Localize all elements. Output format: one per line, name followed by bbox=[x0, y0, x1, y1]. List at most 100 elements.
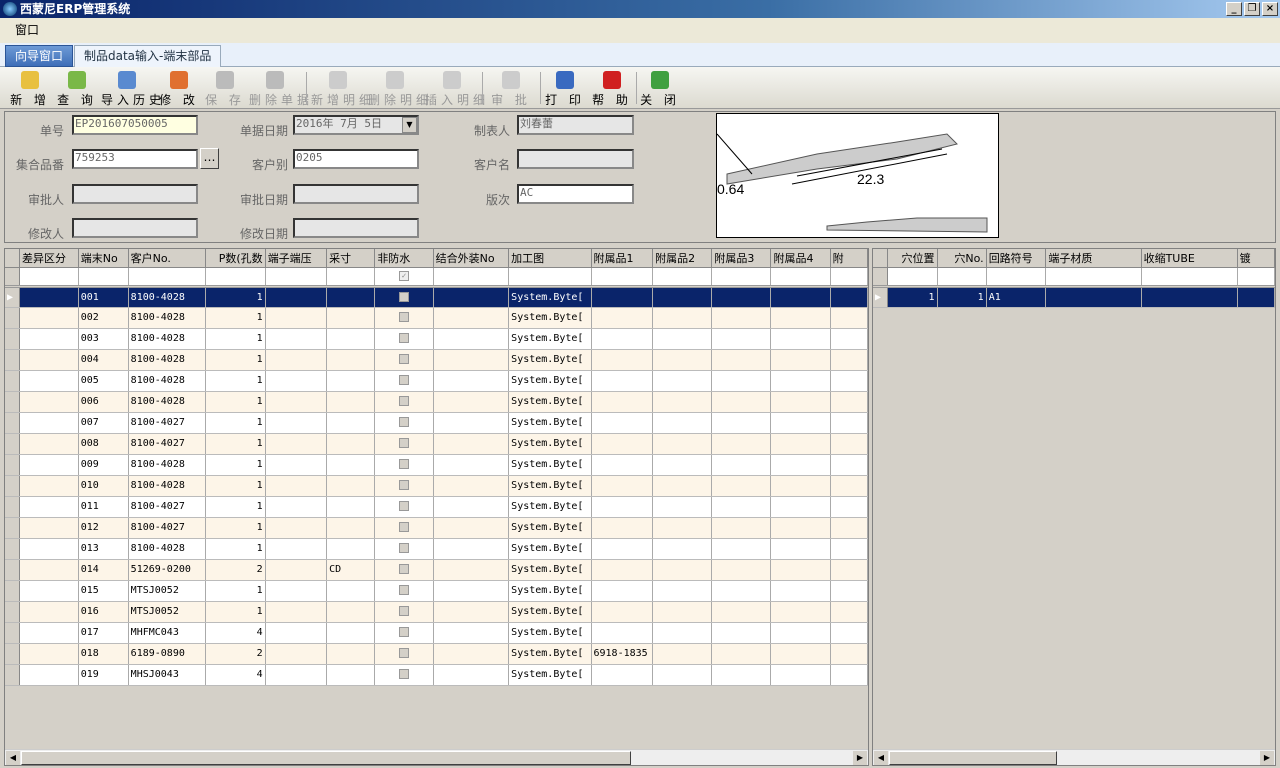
row-selector[interactable] bbox=[5, 643, 21, 665]
table-cell[interactable] bbox=[770, 664, 831, 686]
checkbox-cell[interactable] bbox=[374, 580, 434, 602]
table-cell[interactable] bbox=[770, 601, 831, 623]
table-cell[interactable] bbox=[326, 538, 376, 560]
table-row[interactable]: 003 8100-4028 1 System.Byte[ bbox=[5, 328, 868, 350]
toolbar-button-help[interactable]: 帮 助 bbox=[590, 69, 634, 107]
table-cell[interactable] bbox=[433, 412, 510, 434]
customer-code-field[interactable]: 0205 bbox=[293, 149, 419, 169]
filter-cell[interactable] bbox=[326, 267, 376, 288]
checkbox[interactable] bbox=[398, 543, 409, 553]
table-cell[interactable]: System.Byte[ bbox=[508, 622, 592, 644]
table-cell[interactable]: MTSJ0052 bbox=[128, 580, 207, 602]
table-cell[interactable]: 2 bbox=[205, 559, 266, 581]
table-cell[interactable] bbox=[19, 517, 79, 539]
table-row[interactable]: 013 8100-4028 1 System.Byte[ bbox=[5, 538, 868, 560]
table-cell[interactable] bbox=[591, 307, 654, 329]
table-cell[interactable] bbox=[265, 391, 328, 413]
column-header[interactable]: 附属品2 bbox=[652, 249, 713, 268]
table-cell[interactable] bbox=[711, 622, 772, 644]
table-cell[interactable] bbox=[830, 454, 868, 476]
table-cell[interactable] bbox=[770, 349, 831, 371]
table-cell[interactable] bbox=[770, 412, 831, 434]
filter-cell[interactable] bbox=[937, 267, 987, 288]
filter-cell[interactable]: ✓ bbox=[374, 267, 434, 288]
table-cell[interactable] bbox=[591, 286, 654, 308]
table-cell[interactable] bbox=[265, 496, 328, 518]
approve-date-field[interactable] bbox=[293, 184, 419, 204]
table-cell[interactable]: 1 bbox=[205, 349, 266, 371]
table-cell[interactable] bbox=[830, 622, 868, 644]
table-cell[interactable] bbox=[591, 664, 654, 686]
table-cell[interactable] bbox=[830, 370, 868, 392]
table-cell[interactable] bbox=[830, 412, 868, 434]
table-cell[interactable] bbox=[770, 370, 831, 392]
row-selector[interactable] bbox=[5, 601, 21, 623]
table-cell[interactable] bbox=[652, 622, 713, 644]
table-cell[interactable]: 1 bbox=[205, 475, 266, 497]
column-header[interactable]: 收缩TUBE bbox=[1141, 249, 1238, 268]
close-window-button[interactable]: × bbox=[1262, 2, 1278, 16]
table-cell[interactable]: 8100-4027 bbox=[128, 412, 207, 434]
table-cell[interactable]: System.Byte[ bbox=[508, 517, 592, 539]
table-cell[interactable] bbox=[433, 433, 510, 455]
filter-cell[interactable] bbox=[652, 267, 713, 288]
toolbar-button-save[interactable]: 保 存 bbox=[203, 69, 247, 107]
table-cell[interactable] bbox=[591, 580, 654, 602]
table-cell[interactable]: MHFMC043 bbox=[128, 622, 207, 644]
checkbox[interactable] bbox=[398, 333, 409, 343]
column-header[interactable]: 附 bbox=[830, 249, 868, 268]
checkbox-cell[interactable] bbox=[374, 517, 434, 539]
table-cell[interactable] bbox=[830, 643, 868, 665]
table-cell[interactable]: 008 bbox=[78, 433, 129, 455]
table-cell[interactable]: 1 bbox=[205, 286, 266, 308]
table-cell[interactable] bbox=[711, 286, 772, 308]
modifier-field[interactable] bbox=[72, 218, 198, 238]
table-cell[interactable] bbox=[19, 496, 79, 518]
table-cell[interactable] bbox=[711, 496, 772, 518]
table-cell[interactable]: 002 bbox=[78, 307, 129, 329]
table-cell[interactable] bbox=[326, 622, 376, 644]
toolbar-button-insert-detail[interactable]: 插入明细 bbox=[425, 69, 485, 107]
table-cell[interactable] bbox=[19, 328, 79, 350]
column-header[interactable]: 端子端压 bbox=[265, 249, 328, 268]
table-row[interactable]: ▶ 001 8100-4028 1 System.Byte[ bbox=[5, 286, 868, 308]
table-cell[interactable] bbox=[652, 391, 713, 413]
table-cell[interactable] bbox=[711, 328, 772, 350]
table-cell[interactable] bbox=[770, 643, 831, 665]
table-cell[interactable] bbox=[652, 433, 713, 455]
table-cell[interactable] bbox=[326, 664, 376, 686]
table-cell[interactable]: 1 bbox=[205, 601, 266, 623]
table-cell[interactable]: 1 bbox=[205, 433, 266, 455]
row-selector[interactable] bbox=[5, 391, 21, 413]
table-cell[interactable] bbox=[591, 601, 654, 623]
column-header[interactable]: 回路符号 bbox=[986, 249, 1047, 268]
checkbox-cell[interactable] bbox=[374, 496, 434, 518]
column-header[interactable]: P数(孔数 bbox=[205, 249, 266, 268]
table-row[interactable]: 014 51269-0200 2 CD System.Byte[ bbox=[5, 559, 868, 581]
checkbox-cell[interactable] bbox=[374, 454, 434, 476]
table-cell[interactable] bbox=[652, 496, 713, 518]
row-selector[interactable] bbox=[5, 433, 21, 455]
table-cell[interactable]: 8100-4028 bbox=[128, 391, 207, 413]
table-cell[interactable] bbox=[652, 538, 713, 560]
checkbox-cell[interactable] bbox=[374, 643, 434, 665]
table-cell[interactable] bbox=[265, 349, 328, 371]
restore-button[interactable]: ❐ bbox=[1244, 2, 1260, 16]
table-cell[interactable] bbox=[326, 412, 376, 434]
table-cell[interactable]: 006 bbox=[78, 391, 129, 413]
table-cell[interactable] bbox=[652, 559, 713, 581]
filter-cell[interactable] bbox=[433, 267, 510, 288]
table-cell[interactable]: 005 bbox=[78, 370, 129, 392]
checkbox[interactable] bbox=[398, 627, 409, 637]
table-cell[interactable]: 015 bbox=[78, 580, 129, 602]
table-cell[interactable]: 51269-0200 bbox=[128, 559, 207, 581]
table-cell[interactable] bbox=[711, 454, 772, 476]
filter-cell[interactable] bbox=[711, 267, 772, 288]
table-cell[interactable]: System.Byte[ bbox=[508, 370, 592, 392]
table-cell[interactable]: 8100-4028 bbox=[128, 538, 207, 560]
filter-cell[interactable] bbox=[887, 267, 938, 288]
checkbox[interactable] bbox=[398, 354, 409, 364]
table-cell[interactable]: 1 bbox=[205, 580, 266, 602]
table-cell[interactable] bbox=[591, 538, 654, 560]
row-selector[interactable] bbox=[5, 349, 21, 371]
